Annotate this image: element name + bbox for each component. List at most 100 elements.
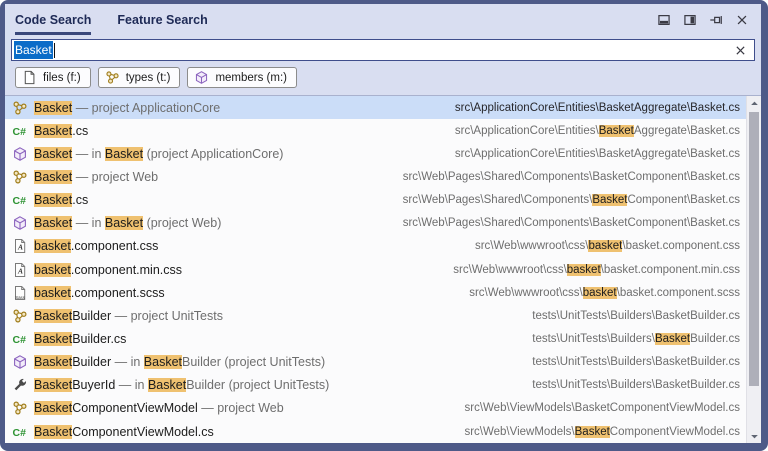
tab-feature-search[interactable]: Feature Search	[117, 4, 207, 35]
result-row[interactable]: C# Basket.cs src\ApplicationCore\Entities\…	[5, 119, 746, 142]
css-file-icon: A	[12, 262, 28, 278]
search-input[interactable]: Basket	[11, 39, 755, 61]
code-search-window: Code Search Feature Search Basket files …	[0, 0, 768, 451]
result-name: BasketBuilder.cs	[34, 331, 127, 346]
result-path: src\Web\wwwroot\css\basket\basket.compon…	[469, 286, 740, 299]
class-icon	[12, 400, 28, 416]
search-row: Basket	[5, 35, 761, 61]
class-icon	[105, 70, 120, 85]
csharp-icon: C#	[12, 424, 28, 440]
result-row[interactable]: Basket — in Basket (project Web) src\Web\…	[5, 212, 746, 235]
result-name: basket.component.min.css	[34, 262, 183, 277]
filter-members-label: members (m:)	[215, 71, 287, 84]
result-path: src\Web\Pages\Shared\Components\BasketCo…	[402, 170, 740, 183]
result-path: src\Web\wwwroot\css\basket\basket.compon…	[453, 263, 740, 276]
result-path: src\Web\wwwroot\css\basket\basket.compon…	[474, 240, 740, 253]
result-name: basket.component.scss	[34, 285, 165, 300]
tab-code-search-label: Code Search	[15, 12, 92, 27]
method-icon	[12, 354, 28, 370]
result-row[interactable]: BasketBuilder — project UnitTests tests\U…	[5, 304, 746, 327]
filter-types-label: types (t:)	[125, 71, 171, 84]
result-path: tests\UnitTests\Builders\BasketBuilder.c…	[532, 356, 740, 369]
csharp-icon: C#	[12, 331, 28, 347]
result-name: Basket — project Web	[34, 169, 159, 184]
result-name: Basket.cs	[34, 123, 89, 138]
tab-feature-search-label: Feature Search	[117, 12, 208, 27]
result-path: src\ApplicationCore\Entities\BasketAggre…	[454, 124, 740, 137]
scroll-up-icon[interactable]	[747, 96, 761, 110]
results-list: Basket — project ApplicationCore src\Appl…	[5, 95, 761, 443]
property-icon	[12, 377, 28, 393]
method-icon	[194, 70, 209, 85]
result-rows: Basket — project ApplicationCore src\Appl…	[5, 96, 746, 443]
result-path: src\ApplicationCore\Entities\BasketAggre…	[454, 147, 740, 160]
result-name: BasketComponentViewModel.cs	[34, 424, 214, 439]
scss-file-icon: Sass	[12, 285, 28, 301]
result-name: BasketComponentViewModel — project Web	[34, 401, 284, 416]
result-path: tests\UnitTests\Builders\BasketBuilder.c…	[532, 379, 740, 392]
result-name: Basket — project ApplicationCore	[34, 100, 221, 115]
pin-icon[interactable]	[708, 12, 723, 27]
dock-bottom-icon[interactable]	[656, 12, 671, 27]
filter-chips: files (f:) types (t:) members (m:)	[5, 61, 761, 95]
result-row[interactable]: Basket — in Basket (project ApplicationC…	[5, 142, 746, 165]
result-name: Basket — in Basket (project Web)	[34, 216, 222, 231]
svg-text:C#: C#	[13, 195, 27, 207]
result-path: tests\UnitTests\Builders\BasketBuilder.c…	[532, 332, 740, 345]
scrollbar[interactable]	[746, 96, 761, 443]
result-row[interactable]: C# BasketComponentViewModel.cs src\Web\Vie…	[5, 420, 746, 443]
titlebar: Code Search Feature Search	[5, 4, 761, 35]
class-icon	[12, 308, 28, 324]
scrollbar-thumb[interactable]	[749, 112, 759, 387]
window-buttons	[656, 4, 749, 35]
result-name: Basket.cs	[34, 193, 89, 208]
result-path: src\Web\Pages\Shared\Components\BasketCo…	[402, 217, 740, 230]
result-row[interactable]: C# BasketBuilder.cs tests\UnitTests\Builde…	[5, 327, 746, 350]
clear-search-icon[interactable]	[734, 44, 747, 57]
document-icon	[22, 70, 37, 85]
result-row[interactable]: C# Basket.cs src\Web\Pages\Shared\Componen…	[5, 189, 746, 212]
tab-code-search[interactable]: Code Search	[15, 4, 92, 35]
result-name: basket.component.css	[34, 239, 159, 254]
filter-files-label: files (f:)	[43, 71, 81, 84]
filter-files-button[interactable]: files (f:)	[15, 67, 91, 88]
method-icon	[12, 215, 28, 231]
csharp-icon: C#	[12, 192, 28, 208]
svg-text:A: A	[17, 243, 23, 252]
result-name: BasketBuilder — project UnitTests	[34, 308, 223, 323]
close-icon[interactable]	[734, 12, 749, 27]
svg-text:A: A	[17, 266, 23, 275]
result-row[interactable]: BasketBuilder — in BasketBuilder (projec…	[5, 351, 746, 374]
result-path: src\Web\ViewModels\BasketComponentViewMo…	[464, 425, 740, 438]
filter-members-button[interactable]: members (m:)	[187, 67, 297, 88]
svg-text:C#: C#	[13, 427, 27, 439]
method-icon	[12, 146, 28, 162]
svg-text:C#: C#	[13, 126, 27, 138]
svg-text:Sass: Sass	[15, 295, 26, 300]
result-row[interactable]: Abasket.component.min.css src\Web\wwwroot…	[5, 258, 746, 281]
result-path: src\Web\Pages\Shared\Components\BasketCo…	[402, 194, 740, 207]
result-row[interactable]: Sass basket.component.scss src\Web\wwwroot…	[5, 281, 746, 304]
result-path: src\ApplicationCore\Entities\BasketAggre…	[454, 101, 740, 114]
result-name: BasketBuilder — in BasketBuilder (projec…	[34, 355, 326, 370]
tab-strip: Code Search Feature Search	[15, 4, 208, 35]
dock-right-icon[interactable]	[682, 12, 697, 27]
filter-types-button[interactable]: types (t:)	[97, 67, 181, 88]
scroll-down-icon[interactable]	[747, 429, 761, 443]
svg-text:C#: C#	[13, 334, 27, 346]
csharp-icon: C#	[12, 123, 28, 139]
result-row[interactable]: BasketComponentViewModel — project Web sr…	[5, 397, 746, 420]
window-content: Code Search Feature Search Basket files …	[5, 4, 761, 443]
result-row[interactable]: Basket — project ApplicationCore src\Appl…	[5, 96, 746, 120]
result-name: BasketBuyerId — in BasketBuilder (projec…	[34, 378, 330, 393]
result-row[interactable]: Basket — project Web src\Web\Pages\Shared…	[5, 165, 746, 188]
css-file-icon: A	[12, 238, 28, 254]
result-row[interactable]: Abasket.component.css src\Web\wwwroot\css…	[5, 235, 746, 258]
search-input-value: Basket	[14, 41, 53, 59]
result-row[interactable]: BasketBuyerId — in BasketBuilder (projec…	[5, 374, 746, 397]
result-name: Basket — in Basket (project ApplicationC…	[34, 146, 284, 161]
scrollbar-track[interactable]	[747, 110, 761, 429]
text-caret	[53, 42, 55, 58]
class-icon	[12, 169, 28, 185]
class-icon	[12, 100, 28, 116]
